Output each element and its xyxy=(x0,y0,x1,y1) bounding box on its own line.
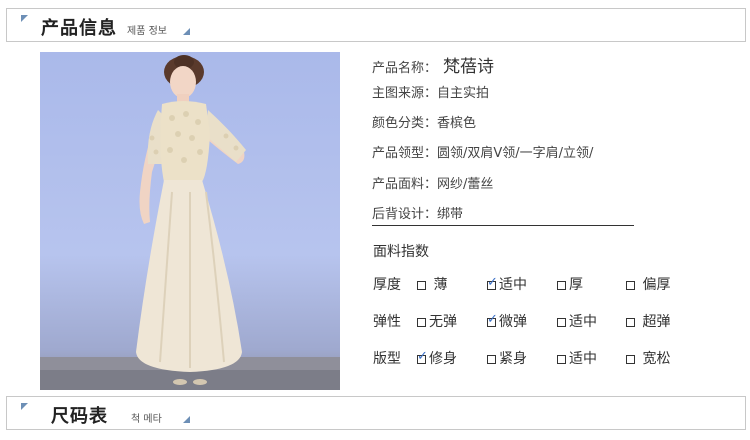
fabric-index-title: 面料指数 xyxy=(373,244,429,260)
option-label: 超弹 xyxy=(642,314,671,330)
size-chart-header: 尺码表 척 메타 xyxy=(6,396,746,430)
section-subtitle: 제품 정보 xyxy=(127,26,167,37)
checkbox-icon[interactable] xyxy=(417,281,426,290)
info-row-fabric: 产品面料：网纱/蕾丝 xyxy=(372,173,493,192)
option-label: 修身 xyxy=(429,351,457,367)
option-label: 厚 xyxy=(569,277,583,293)
checkbox-icon[interactable] xyxy=(557,318,566,327)
corner-triangle-icon xyxy=(183,28,190,35)
info-row-back: 后背设计：绑带 xyxy=(372,203,463,222)
info-value: 梵蓓诗 xyxy=(443,57,495,77)
checkbox-icon[interactable] xyxy=(626,281,635,290)
info-label: 颜色分类： xyxy=(372,116,438,131)
option-label: 适中 xyxy=(569,351,597,367)
info-row-collar: 产品领型：圆领/双肩V领/一字肩/立领/ xyxy=(372,142,593,161)
corner-triangle-icon xyxy=(183,416,190,423)
fabric-row-label: 版型 xyxy=(373,351,401,367)
info-value: 香槟色 xyxy=(437,116,477,131)
info-row-name: 产品名称： 梵蓓诗 xyxy=(372,52,494,77)
corner-triangle-icon xyxy=(21,15,28,22)
checkmark-icon: ✓ xyxy=(417,349,428,364)
option-checkbox[interactable]: 紧身 xyxy=(487,348,527,368)
option-label: 无弹 xyxy=(429,314,457,330)
option-label: 宽松 xyxy=(642,351,671,367)
option-label: 偏厚 xyxy=(642,277,671,293)
option-checkbox[interactable]: ✓ 适中 xyxy=(487,274,527,294)
option-checkbox[interactable]: 薄 xyxy=(417,274,447,294)
info-value: 圆领/双肩V领/一字肩/立领/ xyxy=(437,146,594,161)
option-checkbox[interactable]: 超弹 xyxy=(626,311,670,331)
info-label: 产品名称： xyxy=(372,61,438,76)
info-value: 绑带 xyxy=(437,207,464,222)
checkbox-icon[interactable] xyxy=(626,355,635,364)
option-label: 适中 xyxy=(569,314,597,330)
checkbox-icon[interactable]: ✓ xyxy=(417,350,428,364)
checkbox-icon[interactable] xyxy=(557,281,566,290)
info-label: 产品面料： xyxy=(372,177,438,192)
checkbox-icon[interactable] xyxy=(626,318,635,327)
option-label: 适中 xyxy=(499,277,527,293)
option-label: 微弹 xyxy=(499,314,527,330)
fabric-row-label: 弹性 xyxy=(373,314,401,330)
checkmark-icon: ✓ xyxy=(487,312,498,327)
section-title: 产品信息 xyxy=(41,18,117,39)
info-value: 自主实拍 xyxy=(437,86,490,101)
checkmark-icon: ✓ xyxy=(487,275,498,290)
option-checkbox[interactable]: 适中 xyxy=(557,311,597,331)
info-label: 产品领型： xyxy=(372,146,438,161)
section-title: 尺码表 xyxy=(51,406,108,427)
option-label: 紧身 xyxy=(499,351,527,367)
section-subtitle: 척 메타 xyxy=(131,414,162,425)
option-checkbox[interactable]: ✓ 微弹 xyxy=(487,311,527,331)
info-row-color: 颜色分类：香槟色 xyxy=(372,112,476,131)
dress-model-illustration xyxy=(40,55,340,390)
info-value: 网纱/蕾丝 xyxy=(437,177,494,192)
info-label: 后背设计： xyxy=(372,207,438,222)
corner-triangle-icon xyxy=(21,403,28,410)
checkbox-icon[interactable]: ✓ xyxy=(487,276,498,290)
product-photo xyxy=(40,52,340,390)
info-label: 主图来源： xyxy=(372,86,438,101)
info-row-image-source: 主图来源：自主实拍 xyxy=(372,82,489,101)
option-checkbox[interactable]: 宽松 xyxy=(626,348,670,368)
checkbox-icon[interactable]: ✓ xyxy=(487,313,498,327)
option-checkbox[interactable]: ✓ 修身 xyxy=(417,348,457,368)
option-label: 薄 xyxy=(433,277,448,293)
option-checkbox[interactable]: 厚 xyxy=(557,274,583,294)
divider xyxy=(372,225,634,226)
checkbox-icon[interactable] xyxy=(487,355,496,364)
checkbox-icon[interactable] xyxy=(417,318,426,327)
product-info-header: 产品信息 제품 정보 xyxy=(6,8,746,42)
option-checkbox[interactable]: 无弹 xyxy=(417,311,457,331)
fabric-row-label: 厚度 xyxy=(373,277,401,293)
option-checkbox[interactable]: 适中 xyxy=(557,348,597,368)
checkbox-icon[interactable] xyxy=(557,355,566,364)
option-checkbox[interactable]: 偏厚 xyxy=(626,274,670,294)
